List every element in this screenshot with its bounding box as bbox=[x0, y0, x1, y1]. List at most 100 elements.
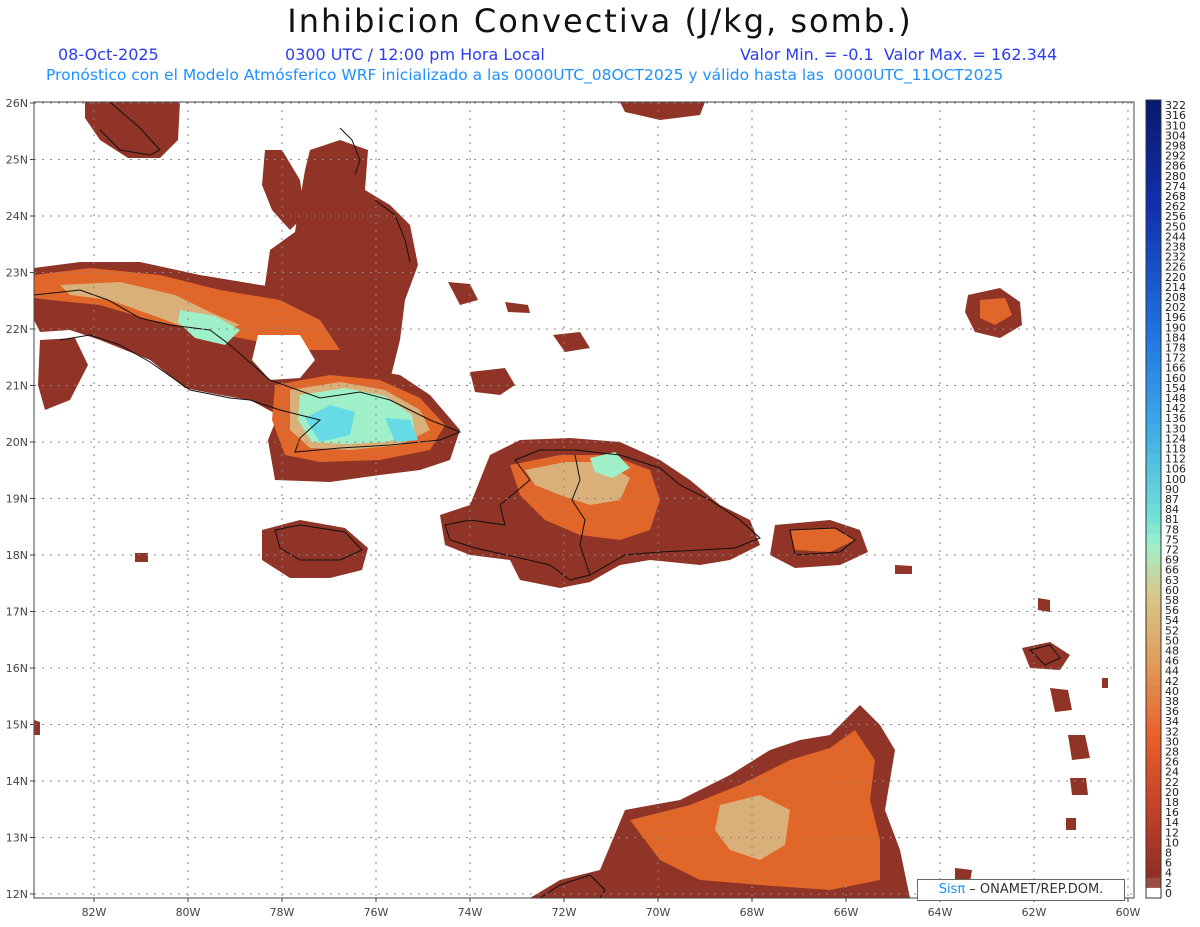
colorbar-swatch bbox=[1146, 160, 1161, 172]
colorbar-swatch bbox=[1146, 372, 1161, 384]
colorbar-swatch bbox=[1146, 403, 1161, 414]
colorbar-swatch bbox=[1146, 756, 1161, 768]
colorbar-swatch bbox=[1146, 221, 1161, 232]
colorbar-swatch bbox=[1146, 302, 1161, 313]
colorbar-swatch bbox=[1146, 544, 1161, 556]
lon-tick-label: 62W bbox=[1022, 906, 1047, 919]
colorbar-swatch bbox=[1146, 130, 1161, 141]
colorbar-swatch bbox=[1146, 413, 1161, 424]
forecast-time: 0300 UTC / 12:00 pm Hora Local bbox=[285, 45, 545, 64]
lat-tick-label: 13N bbox=[6, 832, 28, 845]
colorbar-swatch bbox=[1146, 241, 1161, 253]
lat-tick-label: 26N bbox=[6, 97, 28, 110]
map-title: Inhibicion Convectiva (J/kg, somb.) bbox=[287, 2, 913, 40]
colorbar-swatch bbox=[1146, 685, 1161, 697]
colorbar-swatch bbox=[1146, 625, 1161, 636]
lat-tick-label: 12N bbox=[6, 888, 28, 901]
colorbar-swatch bbox=[1146, 312, 1161, 323]
colorbar-swatch bbox=[1146, 170, 1161, 182]
cin-region-stlucia bbox=[1070, 778, 1088, 795]
colorbar-swatch bbox=[1146, 726, 1161, 737]
colorbar-swatch bbox=[1146, 827, 1161, 838]
lon-tick-label: 82W bbox=[82, 906, 107, 919]
colorbar-swatch bbox=[1146, 423, 1161, 434]
colorbar-swatch bbox=[1146, 776, 1161, 788]
colorbar-swatch bbox=[1146, 291, 1161, 303]
colorbar-swatch bbox=[1146, 281, 1161, 293]
colorbar-swatch bbox=[1146, 392, 1161, 404]
colorbar-swatch bbox=[1146, 453, 1161, 465]
colorbar-swatch bbox=[1146, 665, 1161, 677]
cin-region-grenada bbox=[1066, 818, 1076, 830]
colorbar-swatch bbox=[1146, 463, 1161, 475]
colorbar-swatch bbox=[1146, 534, 1161, 545]
colorbar-swatch bbox=[1146, 211, 1161, 222]
colorbar-swatch bbox=[1146, 150, 1161, 162]
model-info: Pronóstico con el Modelo Atmósferico WRF… bbox=[46, 66, 1004, 84]
colorbar-swatch bbox=[1146, 594, 1161, 606]
colorbar-swatch bbox=[1146, 504, 1161, 515]
lat-tick-label: 22N bbox=[6, 323, 28, 336]
colorbar-swatch bbox=[1146, 746, 1161, 758]
lon-tick-label: 68W bbox=[740, 906, 765, 919]
colorbar-swatch bbox=[1146, 362, 1161, 374]
lat-tick-label: 14N bbox=[6, 775, 28, 788]
colorbar-swatch bbox=[1146, 564, 1161, 576]
colorbar-swatch bbox=[1146, 433, 1161, 444]
cin-region-westedge bbox=[34, 720, 40, 735]
colorbar-label: 0 bbox=[1165, 887, 1172, 900]
lon-tick-label: 66W bbox=[834, 906, 859, 919]
colorbar-swatch bbox=[1146, 271, 1161, 283]
colorbar-swatch bbox=[1146, 706, 1161, 717]
colorbar-swatch bbox=[1146, 655, 1161, 667]
colorbar-swatch bbox=[1146, 493, 1161, 505]
colorbar-swatch bbox=[1146, 807, 1161, 818]
colorbar-swatch bbox=[1146, 716, 1161, 727]
colorbar-swatch bbox=[1146, 120, 1161, 131]
lat-tick-label: 25N bbox=[6, 154, 28, 167]
cin-region-antigua bbox=[1038, 598, 1050, 612]
colorbar-swatch bbox=[1146, 514, 1161, 525]
colorbar-swatch bbox=[1146, 796, 1161, 808]
lon-tick-label: 70W bbox=[646, 906, 671, 919]
forecast-date: 08-Oct-2025 bbox=[58, 45, 159, 64]
colorbar-swatch bbox=[1146, 695, 1161, 707]
colorbar-swatch bbox=[1146, 483, 1161, 495]
colorbar-swatch bbox=[1146, 180, 1161, 192]
colorbar: 3223163103042982922862802742682622562502… bbox=[1145, 99, 1186, 900]
colorbar-swatch bbox=[1146, 635, 1161, 646]
cin-region-barbados bbox=[1102, 678, 1108, 688]
colorbar-swatch bbox=[1146, 322, 1161, 333]
colorbar-swatch bbox=[1146, 261, 1161, 273]
colorbar-swatch bbox=[1146, 574, 1161, 586]
colorbar-swatch bbox=[1146, 584, 1161, 596]
lon-axis: 82W 80W 78W 76W 74W 72W 70W 68W 66W 64W 62W 60W bbox=[82, 898, 1141, 919]
colorbar-swatch bbox=[1146, 615, 1161, 626]
colorbar-swatch bbox=[1146, 473, 1161, 485]
lon-tick-label: 74W bbox=[458, 906, 483, 919]
lon-tick-label: 76W bbox=[364, 906, 389, 919]
colorbar-swatch bbox=[1146, 857, 1161, 869]
lat-tick-label: 16N bbox=[6, 662, 28, 675]
colorbar-swatch bbox=[1146, 110, 1161, 121]
colorbar-swatch bbox=[1146, 837, 1161, 848]
colorbar-swatch bbox=[1146, 231, 1161, 242]
lat-tick-label: 23N bbox=[6, 267, 28, 280]
lon-tick-label: 72W bbox=[552, 906, 577, 919]
colorbar-swatch bbox=[1146, 201, 1161, 212]
credit-box: Sisπ – ONAMET/REP.DOM. bbox=[917, 879, 1125, 901]
cin-region-cayman bbox=[135, 553, 148, 562]
colorbar-swatch bbox=[1146, 332, 1161, 343]
credit-text: – ONAMET/REP.DOM. bbox=[965, 882, 1104, 897]
colorbar-swatch bbox=[1146, 352, 1161, 364]
colorbar-swatch bbox=[1146, 786, 1161, 798]
lat-tick-label: 20N bbox=[6, 436, 28, 449]
lat-tick-label: 17N bbox=[6, 606, 28, 619]
colorbar-swatch bbox=[1146, 645, 1161, 657]
lat-tick-label: 15N bbox=[6, 719, 28, 732]
colorbar-swatch bbox=[1146, 100, 1161, 111]
colorbar-swatch bbox=[1146, 554, 1161, 566]
colorbar-swatch bbox=[1146, 251, 1161, 263]
lat-axis: 26N 25N 24N 23N 22N 21N 20N 19N 18N 17N 16N 15N 14N 1… bbox=[6, 97, 34, 901]
value-range: Valor Min. = -0.1 Valor Max. = 162.344 bbox=[740, 45, 1058, 64]
